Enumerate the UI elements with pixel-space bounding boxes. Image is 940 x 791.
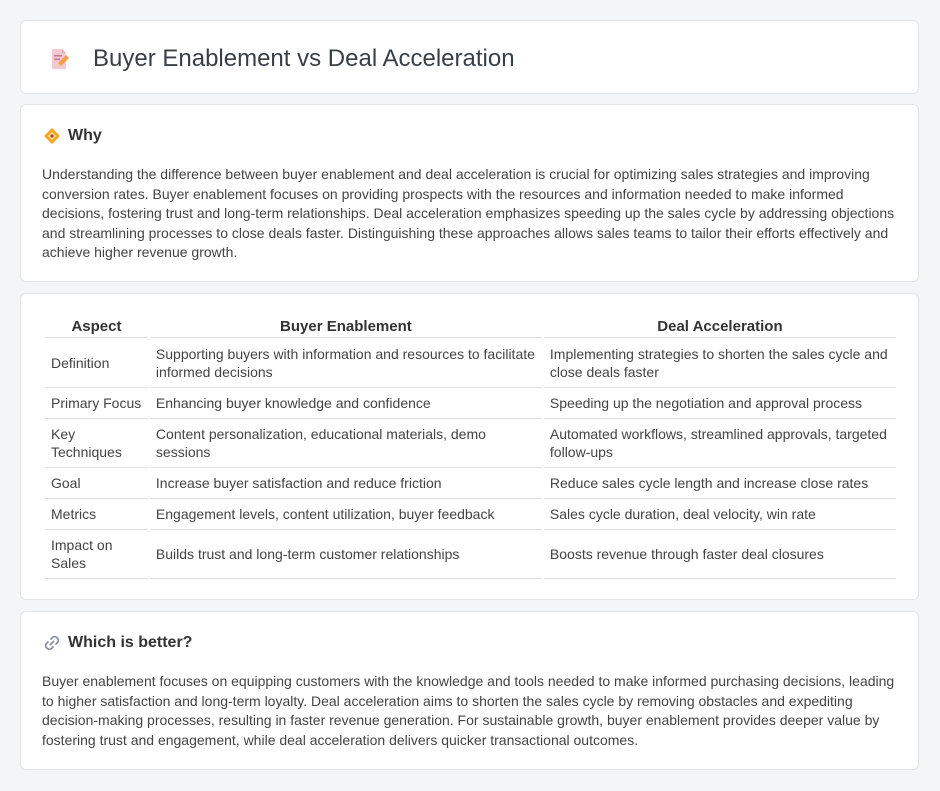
comparison-table: Aspect Buyer Enablement Deal Acceleratio…	[43, 316, 898, 579]
why-heading-row: Why	[43, 127, 102, 145]
row-deal-acceleration: Reduce sales cycle length and increase c…	[543, 468, 896, 499]
link-icon	[44, 635, 60, 651]
row-aspect: Metrics	[45, 499, 148, 530]
row-buyer-enablement: Supporting buyers with information and r…	[149, 338, 542, 388]
table-row: Definition Supporting buyers with inform…	[45, 338, 896, 388]
row-deal-acceleration: Implementing strategies to shorten the s…	[543, 338, 896, 388]
row-buyer-enablement: Enhancing buyer knowledge and confidence	[149, 388, 542, 419]
row-deal-acceleration: Automated workflows, streamlined approva…	[543, 419, 896, 468]
row-aspect: Primary Focus	[45, 388, 148, 419]
column-header-aspect: Aspect	[45, 316, 148, 338]
row-deal-acceleration: Sales cycle duration, deal velocity, win…	[543, 499, 896, 530]
better-text: Buyer enablement focuses on equipping cu…	[42, 673, 895, 748]
why-section: Why Understanding the difference between…	[20, 104, 919, 282]
table-row: Goal Increase buyer satisfaction and red…	[45, 468, 896, 499]
table-row: Impact on Sales Builds trust and long-te…	[45, 530, 896, 579]
page-title: Buyer Enablement vs Deal Acceleration	[93, 45, 515, 72]
table-row: Primary Focus Enhancing buyer knowledge …	[45, 388, 896, 419]
header-card: Buyer Enablement vs Deal Acceleration	[20, 20, 919, 94]
column-header-buyer-enablement: Buyer Enablement	[149, 316, 542, 338]
document-edit-icon	[52, 49, 69, 69]
row-aspect: Key Techniques	[45, 419, 148, 468]
column-header-deal-acceleration: Deal Acceleration	[543, 316, 896, 338]
why-heading: Why	[68, 127, 102, 144]
row-buyer-enablement: Engagement levels, content utilization, …	[149, 499, 542, 530]
table-row: Key Techniques Content personalization, …	[45, 419, 896, 468]
row-buyer-enablement: Increase buyer satisfaction and reduce f…	[149, 468, 542, 499]
comparison-table-card: Aspect Buyer Enablement Deal Acceleratio…	[20, 293, 919, 600]
better-heading-row: Which is better?	[43, 634, 192, 652]
row-deal-acceleration: Boosts revenue through faster deal closu…	[543, 530, 896, 579]
row-buyer-enablement: Builds trust and long-term customer rela…	[149, 530, 542, 579]
table-header-row: Aspect Buyer Enablement Deal Acceleratio…	[45, 316, 896, 338]
row-buyer-enablement: Content personalization, educational mat…	[149, 419, 542, 468]
row-aspect: Goal	[45, 468, 148, 499]
diamond-sparkle-icon	[44, 128, 60, 144]
row-aspect: Impact on Sales	[45, 530, 148, 579]
row-aspect: Definition	[45, 338, 148, 388]
which-is-better-section: Which is better? Buyer enablement focuse…	[20, 611, 919, 770]
table-row: Metrics Engagement levels, content utili…	[45, 499, 896, 530]
better-heading: Which is better?	[68, 634, 193, 651]
row-deal-acceleration: Speeding up the negotiation and approval…	[543, 388, 896, 419]
why-text: Understanding the difference between buy…	[42, 166, 895, 260]
